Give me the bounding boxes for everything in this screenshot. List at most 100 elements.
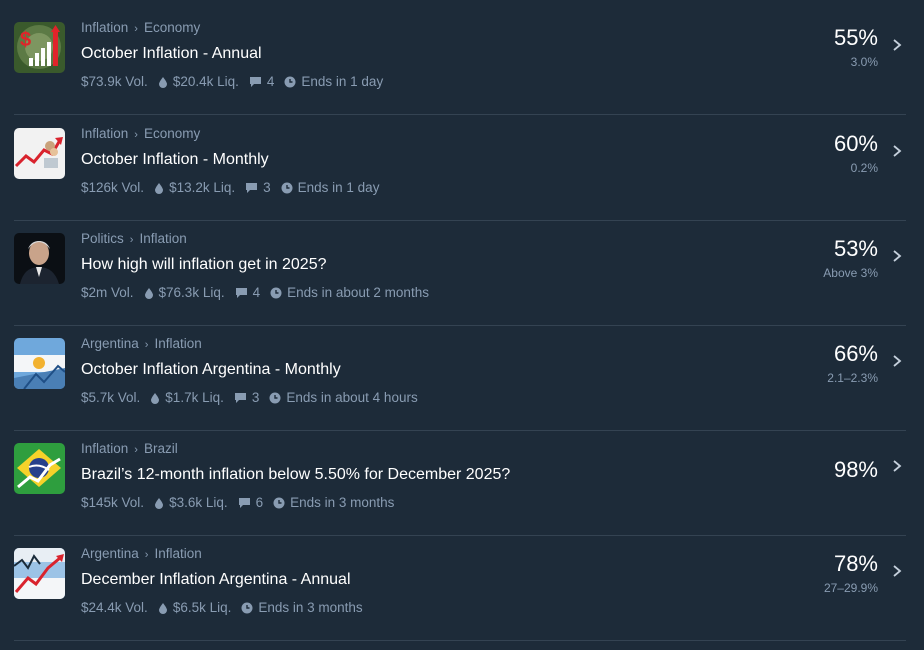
breadcrumb-item[interactable]: Inflation: [81, 126, 128, 141]
breadcrumb-item[interactable]: Brazil: [144, 441, 178, 456]
breadcrumb: Argentina › Inflation: [81, 546, 202, 561]
liquidity-drop-icon: [154, 182, 169, 194]
leading-outcome: 0.2%: [850, 161, 878, 175]
probability-value: 98%: [833, 457, 878, 482]
inflation-chart-icon: $: [14, 22, 65, 73]
liquidity-drop-icon: [154, 497, 169, 509]
breadcrumb-item[interactable]: Inflation: [81, 20, 128, 35]
liquidity-stat: $76.3k Liq.: [144, 285, 225, 300]
breadcrumb-item[interactable]: Inflation: [139, 231, 186, 246]
probability-value: 55%: [833, 25, 878, 50]
clock-icon: [273, 497, 290, 509]
liquidity-stat: $13.2k Liq.: [154, 180, 235, 195]
breadcrumb-separator-icon: ›: [144, 339, 149, 351]
probability-value: 66%: [833, 341, 878, 366]
end-time-stat: Ends in 1 day: [284, 74, 383, 89]
svg-text:$: $: [20, 29, 31, 51]
market-title[interactable]: October Inflation Argentina - Monthly: [81, 361, 341, 379]
comments-stat[interactable]: 3: [245, 180, 271, 195]
breadcrumb-item[interactable]: Inflation: [81, 441, 128, 456]
breadcrumb: Inflation › Economy: [81, 20, 200, 35]
clock-icon: [241, 602, 258, 614]
liquidity-stat: $20.4k Liq.: [158, 74, 239, 89]
market-row[interactable]: Politics › Inflation How high will inflatio…: [14, 221, 906, 326]
clock-icon: [281, 182, 298, 194]
market-row[interactable]: Inflation › Economy October Inflation - Mon…: [14, 116, 906, 221]
chevron-right-icon[interactable]: [890, 458, 904, 474]
market-stats: $2m Vol. $76.3k Liq. 4 Ends in about 2 mont…: [81, 285, 439, 300]
chevron-right-icon[interactable]: [890, 353, 904, 369]
clock-icon: [284, 76, 301, 88]
chevron-right-icon[interactable]: [890, 248, 904, 264]
comments-stat[interactable]: 4: [249, 74, 274, 89]
breadcrumb-item[interactable]: Argentina: [81, 546, 139, 561]
liquidity-drop-icon: [158, 76, 173, 88]
volume-stat: $2m Vol.: [81, 285, 134, 300]
leading-outcome: 27–29.9%: [823, 581, 878, 595]
liquidity-drop-icon: [144, 287, 159, 299]
comments-stat[interactable]: 3: [234, 390, 259, 405]
rising-arrow-icon: [14, 128, 65, 179]
market-stats: $73.9k Vol. $20.4k Liq. 4 Ends in 1 day: [81, 74, 393, 89]
chevron-right-icon[interactable]: [890, 37, 904, 53]
market-row[interactable]: Inflation › Brazil Brazil’s 12-month inflat…: [14, 431, 906, 536]
leading-outcome: Above 3%: [823, 266, 878, 280]
market-title[interactable]: How high will inflation get in 2025?: [81, 256, 326, 274]
market-stats: $24.4k Vol. $6.5k Liq. Ends in 3 months: [81, 600, 373, 615]
comment-bubble-icon: [249, 76, 267, 88]
breadcrumb: Inflation › Brazil: [81, 441, 178, 456]
probability-value: 60%: [833, 131, 878, 156]
volume-stat: $5.7k Vol.: [81, 390, 141, 405]
portrait-icon: [14, 233, 65, 284]
comments-stat[interactable]: 6: [238, 495, 263, 510]
market-title[interactable]: October Inflation - Monthly: [81, 151, 269, 169]
breadcrumb: Politics › Inflation: [81, 231, 187, 246]
market-title[interactable]: Brazil’s 12-month inflation below 5.50% …: [81, 466, 510, 484]
market-row[interactable]: Argentina › Inflation October Inflation Arg…: [14, 326, 906, 431]
market-row[interactable]: $ Inflation › Economy October Inflation - An…: [14, 10, 906, 115]
market-title[interactable]: December Inflation Argentina - Annual: [81, 571, 351, 589]
volume-stat: $24.4k Vol.: [81, 600, 148, 615]
market-title[interactable]: October Inflation - Annual: [81, 45, 262, 63]
brazil-flag-icon: [14, 443, 65, 494]
liquidity-stat: $1.7k Liq.: [150, 390, 224, 405]
comment-bubble-icon: [235, 287, 253, 299]
breadcrumb-separator-icon: ›: [129, 234, 134, 246]
chevron-right-icon[interactable]: [890, 143, 904, 159]
breadcrumb: Inflation › Economy: [81, 126, 200, 141]
volume-stat: $73.9k Vol.: [81, 74, 148, 89]
breadcrumb-separator-icon: ›: [134, 23, 138, 35]
comment-bubble-icon: [234, 392, 252, 404]
liquidity-stat: $6.5k Liq.: [158, 600, 231, 615]
argentina-flag-icon: [14, 338, 65, 389]
probability-value: 78%: [833, 551, 878, 576]
breadcrumb-item[interactable]: Argentina: [81, 336, 139, 351]
end-time-stat: Ends in 3 months: [273, 495, 394, 510]
chevron-right-icon[interactable]: [890, 563, 904, 579]
clock-icon: [269, 392, 286, 404]
breadcrumb-separator-icon: ›: [144, 549, 149, 561]
volume-stat: $126k Vol.: [81, 180, 145, 195]
market-stats: $5.7k Vol. $1.7k Liq. 3 Ends in about 4 hou…: [81, 390, 428, 405]
breadcrumb-separator-icon: ›: [134, 444, 138, 456]
comment-bubble-icon: [245, 182, 263, 194]
end-time-stat: Ends in 1 day: [281, 180, 379, 195]
liquidity-stat: $3.6k Liq.: [154, 495, 228, 510]
market-stats: $126k Vol. $13.2k Liq. 3 Ends in 1 day: [81, 180, 389, 195]
market-list: $ Inflation › Economy October Inflation - An…: [0, 0, 924, 650]
liquidity-drop-icon: [150, 392, 165, 404]
breadcrumb-separator-icon: ›: [134, 129, 138, 141]
leading-outcome: 2.1–2.3%: [827, 371, 878, 385]
liquidity-drop-icon: [158, 602, 173, 614]
comment-bubble-icon: [238, 497, 256, 509]
clock-icon: [270, 287, 287, 299]
end-time-stat: Ends in about 2 months: [270, 285, 429, 300]
breadcrumb-item[interactable]: Inflation: [154, 546, 201, 561]
breadcrumb-item[interactable]: Politics: [81, 231, 124, 246]
market-row[interactable]: Argentina › Inflation December Inflation Ar…: [14, 536, 906, 641]
breadcrumb-item[interactable]: Economy: [144, 126, 200, 141]
end-time-stat: Ends in about 4 hours: [269, 390, 418, 405]
breadcrumb-item[interactable]: Economy: [144, 20, 200, 35]
breadcrumb-item[interactable]: Inflation: [154, 336, 201, 351]
comments-stat[interactable]: 4: [235, 285, 260, 300]
